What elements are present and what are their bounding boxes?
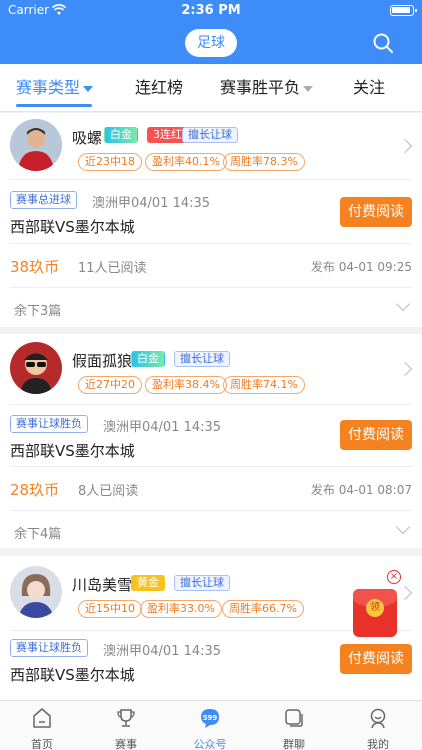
nav-label: 公众号 — [193, 738, 227, 750]
level-badge: 黄金 — [131, 575, 165, 591]
match-title: 西部联VS墨尔本城 — [10, 442, 135, 460]
top-bar: Carrier 2:36 PM 足球 — [0, 0, 422, 64]
weekly-win-rate: 周胜率74.1% — [223, 376, 305, 394]
599-icon-text: 599 — [203, 714, 218, 722]
paid-read-button[interactable]: 付费阅读 — [340, 644, 412, 674]
paid-read-button[interactable]: 付费阅读 — [340, 420, 412, 450]
nav-label: 我的 — [367, 738, 389, 750]
tab-label: 赛事类型 — [16, 78, 81, 97]
nav-label: 群聊 — [283, 738, 305, 750]
expert-name: 假面孤狼 — [72, 352, 133, 370]
skill-badge: 擅长让球 — [174, 351, 230, 367]
tab-label: 关注 — [353, 78, 386, 97]
divider — [10, 466, 412, 467]
expert-name: 吸螺 — [72, 129, 103, 147]
avatar-image — [10, 566, 62, 618]
bottom-nav: 首页 赛事 599 公众号 群聊 我的 — [0, 700, 422, 750]
nav-official[interactable]: 599 公众号 — [168, 701, 252, 750]
price: 38玖币 — [10, 258, 60, 276]
weekly-win-rate: 周胜率78.3% — [223, 153, 305, 171]
red-packet-label: 领 — [366, 599, 384, 617]
divider — [10, 404, 412, 405]
divider — [10, 243, 412, 244]
expert-name: 川岛美雪 — [72, 576, 133, 594]
search-icon[interactable] — [372, 32, 394, 54]
tab-label: 赛事胜平负 — [220, 78, 301, 97]
status-time: 2:36 PM — [181, 3, 241, 18]
remaining-articles[interactable]: 余下3篇 — [14, 300, 61, 319]
avatar[interactable] — [10, 119, 62, 171]
level-badge: 白金 — [104, 127, 138, 143]
divider — [10, 287, 412, 288]
avatar[interactable] — [10, 566, 62, 618]
read-count: 8人已阅读 — [78, 484, 139, 499]
chat-icon — [285, 709, 303, 727]
sport-selector[interactable]: 足球 — [185, 29, 237, 57]
publish-time: 发布 04-01 08:07 — [310, 483, 412, 497]
nav-label: 首页 — [31, 738, 53, 750]
chevron-down-icon[interactable] — [395, 519, 411, 535]
nav-label: 赛事 — [115, 738, 137, 750]
nav-profile[interactable]: 我的 — [336, 701, 420, 750]
chevron-right-icon[interactable] — [397, 585, 413, 601]
chevron-right-icon[interactable] — [397, 361, 413, 377]
divider — [10, 510, 412, 511]
profit-rate: 盈利率40.1% — [145, 153, 227, 171]
avatar[interactable] — [10, 342, 62, 394]
status-bar: Carrier 2:36 PM — [0, 0, 422, 22]
nav-group-chat[interactable]: 群聊 — [252, 701, 336, 750]
paid-read-button[interactable]: 付费阅读 — [340, 197, 412, 227]
caret-down-icon — [83, 85, 94, 92]
skill-badge: 擅长让球 — [174, 575, 230, 591]
league-time: 澳洲甲04/01 14:35 — [103, 420, 222, 435]
trophy-icon — [117, 709, 135, 727]
level-badge: 白金 — [131, 351, 165, 367]
599-icon: 599 — [201, 709, 219, 728]
avatar-image — [10, 342, 62, 394]
remaining-articles[interactable]: 余下4篇 — [14, 523, 61, 542]
category-tabs: 赛事类型 连红榜 赛事胜平负 关注 — [0, 64, 422, 112]
close-icon[interactable]: × — [387, 570, 401, 584]
weekly-win-rate: 周胜率66.7% — [222, 600, 304, 618]
match-title: 西部联VS墨尔本城 — [10, 666, 135, 684]
tab-label: 连红榜 — [135, 78, 184, 97]
red-packet-button[interactable]: 领 — [353, 589, 397, 637]
profit-rate: 盈利率33.0% — [140, 600, 222, 618]
tab-win-draw-lose[interactable]: 赛事胜平负 — [220, 64, 314, 112]
divider — [10, 179, 412, 180]
active-tab-indicator — [16, 104, 92, 107]
tab-streak-ranking[interactable]: 连红榜 — [135, 64, 183, 112]
expert-card[interactable]: 假面孤狼 白金 擅长让球 近27中20 盈利率38.4% 周胜率74.1% 赛事… — [0, 334, 422, 548]
nav-home[interactable]: 首页 — [0, 701, 84, 750]
home-icon — [33, 708, 51, 728]
divider — [10, 630, 412, 631]
match-type-tag: 赛事让球胜负 — [10, 639, 88, 657]
match-type-tag: 赛事总进球 — [10, 191, 77, 209]
recent-record: 近23中18 — [78, 153, 142, 171]
recent-record: 近27中20 — [78, 376, 142, 394]
price: 28玖币 — [10, 481, 60, 499]
chevron-right-icon[interactable] — [397, 138, 413, 154]
profit-rate: 盈利率38.4% — [145, 376, 227, 394]
avatar-image — [10, 119, 62, 171]
league-time: 澳洲甲04/01 14:35 — [103, 644, 222, 659]
match-type-tag: 赛事让球胜负 — [10, 415, 88, 433]
nav-events[interactable]: 赛事 — [84, 701, 168, 750]
chevron-down-icon[interactable] — [395, 296, 411, 312]
tab-follow[interactable]: 关注 — [353, 64, 385, 112]
skill-badge: 擅长让球 — [182, 127, 238, 143]
league-time: 澳洲甲04/01 14:35 — [92, 196, 211, 211]
read-count: 11人已阅读 — [78, 261, 147, 276]
match-title: 西部联VS墨尔本城 — [10, 218, 135, 236]
publish-time: 发布 04-01 09:25 — [310, 260, 412, 274]
expert-card[interactable]: 吸螺 白金 3连红 擅长让球 近23中18 盈利率40.1% 周胜率78.3% … — [0, 113, 422, 327]
profile-icon — [370, 708, 386, 729]
caret-down-icon — [303, 85, 314, 92]
recent-record: 近15中10 — [78, 600, 142, 618]
battery-icon — [390, 5, 417, 16]
